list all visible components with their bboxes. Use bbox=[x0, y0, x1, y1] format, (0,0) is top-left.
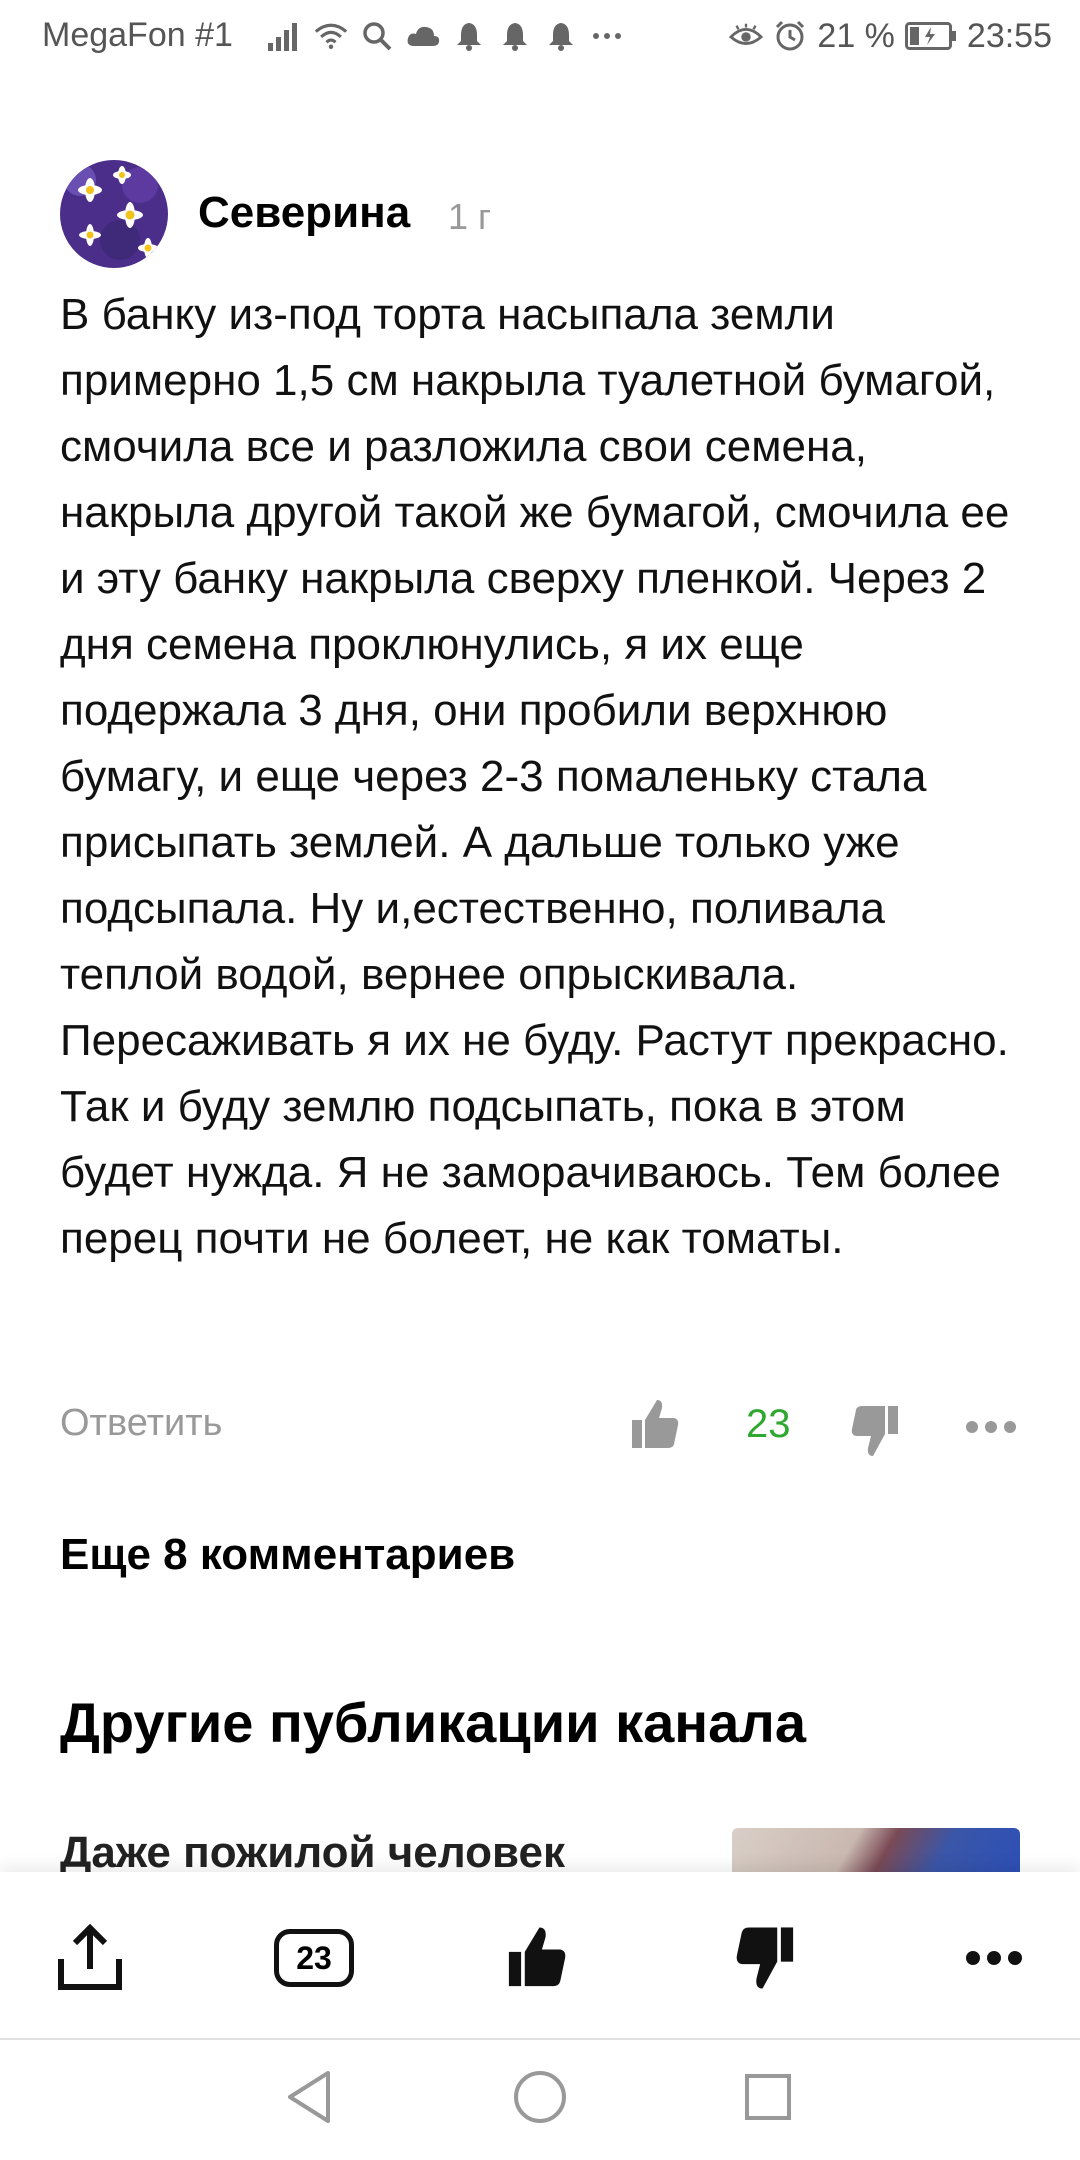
comments-button[interactable]: 23 bbox=[272, 1918, 356, 1998]
status-icons-right: 21 % 23:55 bbox=[729, 14, 1052, 58]
comment-text: В банку из-под торта насыпала земли прим… bbox=[60, 290, 1010, 1263]
system-navigation-bar bbox=[0, 2040, 1080, 2160]
more-comments-link[interactable]: Еще 8 комментариев bbox=[60, 1530, 515, 1580]
reply-button[interactable]: Ответить bbox=[60, 1402, 222, 1445]
notification-bell-icon bbox=[498, 19, 532, 53]
comment-author[interactable]: Северина bbox=[198, 188, 410, 238]
share-icon bbox=[58, 1923, 122, 1990]
dislike-button[interactable] bbox=[730, 1918, 800, 1998]
home-circle-icon bbox=[514, 2071, 566, 2123]
recents-square-icon bbox=[745, 2074, 791, 2120]
like-button[interactable] bbox=[502, 1918, 572, 1998]
comment-age: 1 г bbox=[448, 196, 492, 237]
comment-like-button[interactable] bbox=[630, 1398, 686, 1454]
notification-bell-icon bbox=[452, 19, 486, 53]
thumbs-up-icon bbox=[508, 1927, 566, 1987]
recents-button[interactable] bbox=[733, 2062, 803, 2132]
back-button[interactable] bbox=[274, 2062, 344, 2132]
alarm-icon bbox=[773, 19, 807, 53]
comments-count: 23 bbox=[274, 1929, 354, 1987]
more-dots-icon bbox=[966, 1421, 1016, 1433]
battery-percent: 21 % bbox=[817, 16, 895, 55]
wifi-icon bbox=[314, 19, 348, 53]
bottom-toolbar: 23 bbox=[0, 1872, 1080, 2040]
comment-dislike-button[interactable] bbox=[850, 1404, 906, 1460]
publication-teaser-title[interactable]: Даже пожилой человек bbox=[60, 1828, 565, 1878]
signal-icon bbox=[268, 19, 302, 53]
status-icons-left bbox=[268, 14, 624, 58]
thumbs-down-icon bbox=[736, 1927, 794, 1989]
thumbs-down-icon bbox=[851, 1406, 898, 1456]
eye-comfort-icon bbox=[729, 19, 764, 53]
home-button[interactable] bbox=[505, 2062, 575, 2132]
search-icon bbox=[360, 19, 394, 53]
status-bar: MegaFon #1 21 % 23:55 bbox=[0, 0, 1080, 76]
thumbs-up-icon bbox=[632, 1400, 679, 1448]
clock-time: 23:55 bbox=[966, 16, 1052, 55]
comment-more-button[interactable] bbox=[965, 1420, 1017, 1436]
back-triangle-icon bbox=[288, 2071, 330, 2123]
more-button[interactable] bbox=[962, 1918, 1026, 1998]
more-notifications-icon bbox=[590, 19, 624, 53]
more-dots-icon bbox=[966, 1951, 1022, 1965]
share-button[interactable] bbox=[50, 1918, 130, 1998]
notification-bell-icon bbox=[544, 19, 578, 53]
section-title: Другие публикации канала bbox=[60, 1691, 806, 1754]
comment-actions: Ответить 23 bbox=[60, 1398, 1020, 1458]
comment-like-count: 23 bbox=[746, 1402, 791, 1446]
battery-charging-icon bbox=[904, 19, 957, 53]
cloud-icon bbox=[406, 19, 440, 53]
avatar[interactable] bbox=[60, 160, 168, 268]
carrier-name: MegaFon #1 bbox=[42, 16, 233, 54]
